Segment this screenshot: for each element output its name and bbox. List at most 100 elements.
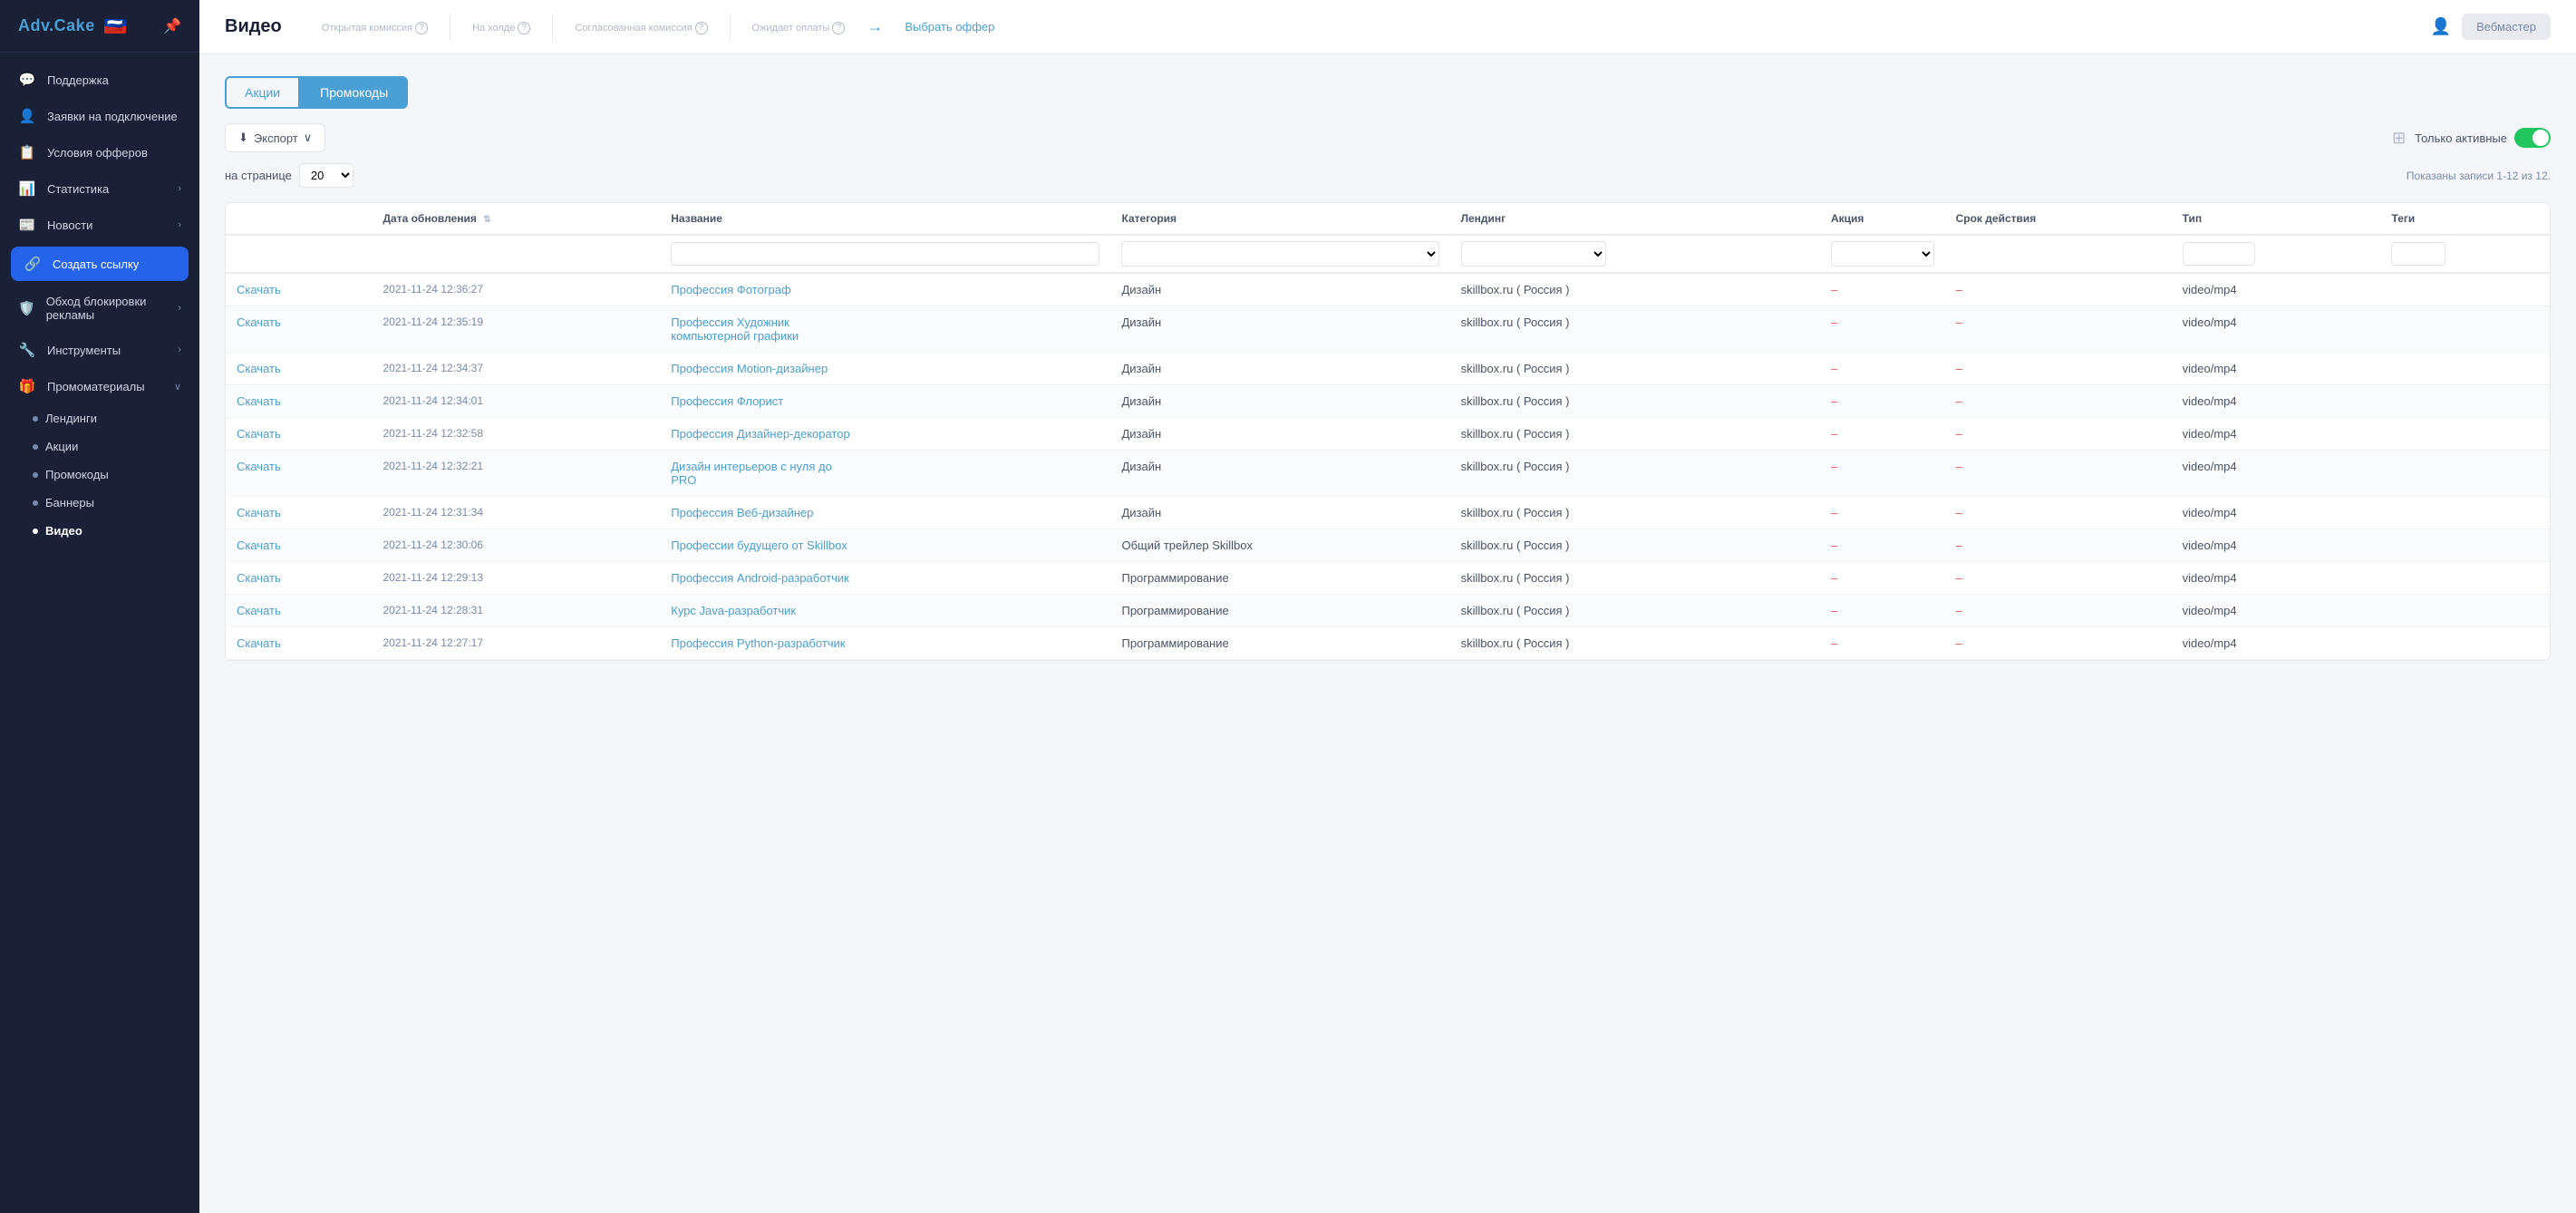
item-name-link[interactable]: Профессия Дизайнер-декоратор: [671, 427, 852, 441]
cell-action[interactable]: Скачать: [226, 273, 372, 306]
sidebar-item-ad-block[interactable]: 🛡️ Обход блокировки рекламы ›: [0, 285, 199, 332]
grid-view-icon[interactable]: ⊞: [2392, 129, 2406, 148]
cell-aktsiya: –: [1820, 529, 1945, 562]
name-filter-input[interactable]: [671, 242, 1099, 266]
cell-aktsiya: –: [1820, 497, 1945, 529]
download-link[interactable]: Скачать: [237, 571, 281, 585]
landing-filter-select[interactable]: [1461, 241, 1606, 267]
cell-name[interactable]: Курс Java-разработчик: [660, 595, 1110, 627]
item-name-link[interactable]: Профессии будущего от Skillbox: [671, 539, 852, 552]
cell-action[interactable]: Скачать: [226, 353, 372, 385]
item-name-link[interactable]: Профессия Фотограф: [671, 283, 852, 296]
only-active-toggle[interactable]: [2514, 128, 2551, 148]
sidebar-item-aktsii[interactable]: Акции: [0, 432, 199, 461]
item-name-link[interactable]: Профессия Python-разработчик: [671, 636, 852, 650]
filter-type[interactable]: [2172, 235, 2381, 273]
sidebar-item-promo[interactable]: 🎁 Промоматериалы ∨: [0, 368, 199, 404]
sidebar-item-banners[interactable]: Баннеры: [0, 489, 199, 517]
download-link[interactable]: Скачать: [237, 539, 281, 552]
download-link[interactable]: Скачать: [237, 283, 281, 296]
cell-action[interactable]: Скачать: [226, 595, 372, 627]
filter-name[interactable]: [660, 235, 1110, 273]
cell-action[interactable]: Скачать: [226, 385, 372, 418]
item-name-link[interactable]: Профессия Веб-дизайнер: [671, 506, 852, 519]
category-filter-select[interactable]: [1121, 241, 1438, 267]
filter-category[interactable]: [1110, 235, 1449, 273]
sidebar-item-create-link[interactable]: 🔗 Создать ссылку: [11, 247, 189, 281]
cell-action[interactable]: Скачать: [226, 418, 372, 451]
tab-aktsii[interactable]: Акции: [225, 76, 300, 109]
download-link[interactable]: Скачать: [237, 506, 281, 519]
cell-name[interactable]: Профессия Python-разработчик: [660, 627, 1110, 660]
promo-icon: 🎁: [18, 378, 36, 394]
sidebar-item-offer-conditions[interactable]: 📋 Условия офферов: [0, 134, 199, 170]
filter-aktsiya[interactable]: [1820, 235, 1945, 273]
cell-name[interactable]: Дизайн интерьеров с нуля до PRO: [660, 451, 1110, 497]
filter-landing[interactable]: [1450, 235, 1820, 273]
open-commission-help[interactable]: ?: [415, 22, 428, 34]
cell-name[interactable]: Профессия Android-разработчик: [660, 562, 1110, 595]
dash-value: –: [1831, 539, 1837, 552]
sidebar-item-connect-requests[interactable]: 👤 Заявки на подключение: [0, 98, 199, 134]
cell-type: video/mp4: [2172, 529, 2381, 562]
awaiting-payment-help[interactable]: ?: [832, 22, 845, 34]
table-row: Скачать 2021-11-24 12:32:21 Дизайн интер…: [226, 451, 2550, 497]
cell-tags: [2380, 497, 2550, 529]
sidebar-item-landings[interactable]: Лендинги: [0, 404, 199, 432]
on-hold-help[interactable]: ?: [518, 22, 530, 34]
item-name-link[interactable]: Дизайн интерьеров с нуля до PRO: [671, 460, 852, 487]
cell-name[interactable]: Профессия Художник компьютерной графики: [660, 306, 1110, 353]
webmaster-button[interactable]: Вебмастер: [2462, 14, 2551, 40]
per-page-select[interactable]: 20 50 100: [299, 163, 353, 188]
header-right: 👤 Вебмастер: [2431, 14, 2551, 40]
cell-action[interactable]: Скачать: [226, 627, 372, 660]
logo-text: Adv.Cake: [18, 16, 95, 35]
cell-action[interactable]: Скачать: [226, 529, 372, 562]
download-link[interactable]: Скачать: [237, 636, 281, 650]
download-link[interactable]: Скачать: [237, 362, 281, 375]
cell-name[interactable]: Профессия Флорист: [660, 385, 1110, 418]
cell-action[interactable]: Скачать: [226, 497, 372, 529]
download-link[interactable]: Скачать: [237, 460, 281, 473]
filter-tags[interactable]: [2380, 235, 2550, 273]
download-link[interactable]: Скачать: [237, 315, 281, 329]
sidebar-item-support[interactable]: 💬 Поддержка: [0, 62, 199, 98]
download-link[interactable]: Скачать: [237, 427, 281, 441]
type-filter-input[interactable]: [2183, 242, 2255, 266]
sidebar-item-promo-codes[interactable]: Промокоды: [0, 461, 199, 489]
agreed-commission-label: Согласованная комиссия ?: [575, 22, 707, 34]
cell-name[interactable]: Профессия Motion-дизайнер: [660, 353, 1110, 385]
cell-date: 2021-11-24 12:35:19: [372, 306, 660, 353]
sidebar-item-video[interactable]: Видео: [0, 517, 199, 545]
header-divider-3: [730, 14, 731, 41]
cell-name[interactable]: Профессия Дизайнер-декоратор: [660, 418, 1110, 451]
item-name-link[interactable]: Профессия Флорист: [671, 394, 852, 408]
sidebar-item-news[interactable]: 📰 Новости ›: [0, 207, 199, 243]
select-offer-button[interactable]: Выбрать оффер: [905, 20, 994, 34]
th-update-date[interactable]: Дата обновления ⇅: [372, 203, 660, 235]
tags-filter-input[interactable]: [2391, 242, 2445, 266]
item-name-link[interactable]: Профессия Android-разработчик: [671, 571, 852, 585]
cell-action[interactable]: Скачать: [226, 451, 372, 497]
tab-promo-codes[interactable]: Промокоды: [300, 76, 408, 109]
pin-icon[interactable]: 📌: [163, 17, 181, 35]
download-link[interactable]: Скачать: [237, 394, 281, 408]
download-link[interactable]: Скачать: [237, 604, 281, 617]
item-name-link[interactable]: Профессия Motion-дизайнер: [671, 362, 852, 375]
sidebar-item-statistics[interactable]: 📊 Статистика ›: [0, 170, 199, 207]
sidebar-item-tools[interactable]: 🔧 Инструменты ›: [0, 332, 199, 368]
agreed-commission-help[interactable]: ?: [695, 22, 708, 34]
cell-action[interactable]: Скачать: [226, 562, 372, 595]
export-button[interactable]: ⬇ Экспорт ∨: [225, 123, 325, 152]
aktsiya-filter-select[interactable]: [1831, 241, 1934, 267]
item-name-link[interactable]: Курс Java-разработчик: [671, 604, 852, 617]
cell-date: 2021-11-24 12:32:21: [372, 451, 660, 497]
cell-name[interactable]: Профессия Фотограф: [660, 273, 1110, 306]
cell-name[interactable]: Профессии будущего от Skillbox: [660, 529, 1110, 562]
tools-icon: 🔧: [18, 342, 36, 358]
item-name-link[interactable]: Профессия Художник компьютерной графики: [671, 315, 852, 343]
cell-name[interactable]: Профессия Веб-дизайнер: [660, 497, 1110, 529]
cell-action[interactable]: Скачать: [226, 306, 372, 353]
dash-value: –: [1831, 571, 1837, 585]
dash-value: –: [1956, 394, 1962, 408]
